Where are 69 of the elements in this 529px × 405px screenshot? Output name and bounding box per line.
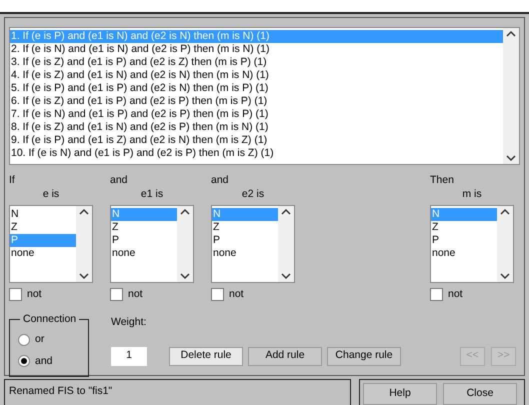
checkbox-label: not (448, 287, 463, 302)
scrollbar[interactable] (497, 206, 513, 282)
radio-button[interactable] (18, 334, 30, 346)
scrollbar[interactable] (177, 206, 193, 282)
rule-item[interactable]: 7. If (e is N) and (e1 is P) and (e2 is P) then (m is P) (1) (10, 108, 503, 121)
chevron-down-icon[interactable] (79, 272, 89, 280)
checkbox[interactable] (9, 288, 22, 302)
list-item[interactable]: P (212, 234, 278, 247)
checkbox-label: not (128, 287, 143, 302)
list-item[interactable]: none (111, 247, 177, 260)
list-item[interactable]: P (111, 234, 177, 247)
column-heading: If (9, 173, 16, 187)
checkbox[interactable] (211, 288, 224, 302)
chevron-up-icon[interactable] (180, 208, 190, 216)
weight-label: Weight: (111, 314, 148, 330)
footer-button[interactable]: Help (363, 383, 437, 405)
rule-item[interactable]: 9. If (e is P) and (e1 is Z) and (e2 is N) then (m is Z) (1) (10, 134, 503, 147)
list-item[interactable]: Z (212, 221, 278, 234)
column-heading: and (110, 173, 129, 187)
rule-item[interactable]: 10. If (e is N) and (e1 is P) and (e2 is P) then (m is Z) (1) (10, 147, 503, 160)
rule-item[interactable]: 5. If (e is P) and (e1 is P) and (e2 is N) then (m is P) (1) (10, 82, 503, 95)
chevron-up-icon[interactable] (500, 208, 510, 216)
rule-item[interactable]: 6. If (e is Z) and (e1 is P) and (e2 is P) then (m is P) (1) (10, 95, 503, 108)
list-item[interactable]: N (10, 208, 76, 221)
list-item[interactable]: P (431, 234, 497, 247)
rule-item[interactable]: 3. If (e is Z) and (e1 is P) and (e2 is Z) then (m is P) (1) (10, 56, 503, 69)
scrollbar[interactable] (278, 206, 294, 282)
membership-list[interactable]: N Z P none (211, 205, 295, 283)
chevron-down-icon[interactable] (500, 272, 510, 280)
rule-button[interactable]: Change rule (327, 346, 401, 366)
variable-label: m is (461, 187, 483, 202)
list-item[interactable]: Z (10, 221, 76, 234)
scrollbar[interactable] (76, 206, 92, 282)
checkbox[interactable] (110, 288, 123, 302)
column-heading: and (211, 173, 230, 187)
variable-label: e2 is (240, 187, 266, 202)
list-item[interactable]: none (431, 247, 497, 260)
radio-label: or (35, 332, 44, 347)
rule-button[interactable]: Delete rule (169, 346, 243, 366)
rule-list[interactable] (9, 27, 520, 165)
checkbox[interactable] (430, 288, 443, 302)
column-heading: Then (430, 173, 455, 187)
chevron-up-icon[interactable] (281, 208, 291, 216)
radio-button[interactable] (18, 355, 30, 368)
variable-label: e1 is (140, 187, 164, 202)
chevron-up-icon[interactable] (79, 208, 89, 216)
rule-item[interactable]: 8. If (e is Z) and (e1 is N) and (e2 is P) then (m is N) (1) (10, 121, 503, 134)
list-item[interactable]: none (10, 247, 76, 260)
list-item[interactable]: Z (431, 221, 497, 234)
scrollbar[interactable] (503, 28, 519, 164)
status-bar: Renamed FIS to "fis1" (4, 379, 351, 405)
list-item[interactable]: Z (111, 221, 177, 234)
membership-list[interactable]: N Z P none (9, 205, 93, 283)
membership-list[interactable]: N Z P none (110, 205, 194, 283)
rule-item[interactable]: 2. If (e is N) and (e1 is N) and (e2 is P) then (m is N) (1) (10, 43, 503, 56)
checkbox-label: not (229, 287, 244, 302)
footer-button[interactable]: Close (443, 383, 517, 405)
rule-button[interactable]: Add rule (248, 346, 322, 366)
chevron-down-icon[interactable] (180, 272, 190, 280)
chevron-down-icon[interactable] (506, 154, 516, 162)
chevron-down-icon[interactable] (281, 272, 291, 280)
membership-list[interactable]: N Z P none (430, 205, 514, 283)
list-item[interactable]: none (212, 247, 278, 260)
checkbox-label: not (27, 287, 42, 302)
weight-field[interactable]: 1 (111, 346, 147, 366)
variable-label: e is (42, 187, 60, 202)
chevron-up-icon[interactable] (506, 30, 516, 38)
radio-label: and (35, 354, 53, 368)
rule-item[interactable]: 4. If (e is Z) and (e1 is N) and (e2 is N) then (m is N) (1) (10, 69, 503, 82)
